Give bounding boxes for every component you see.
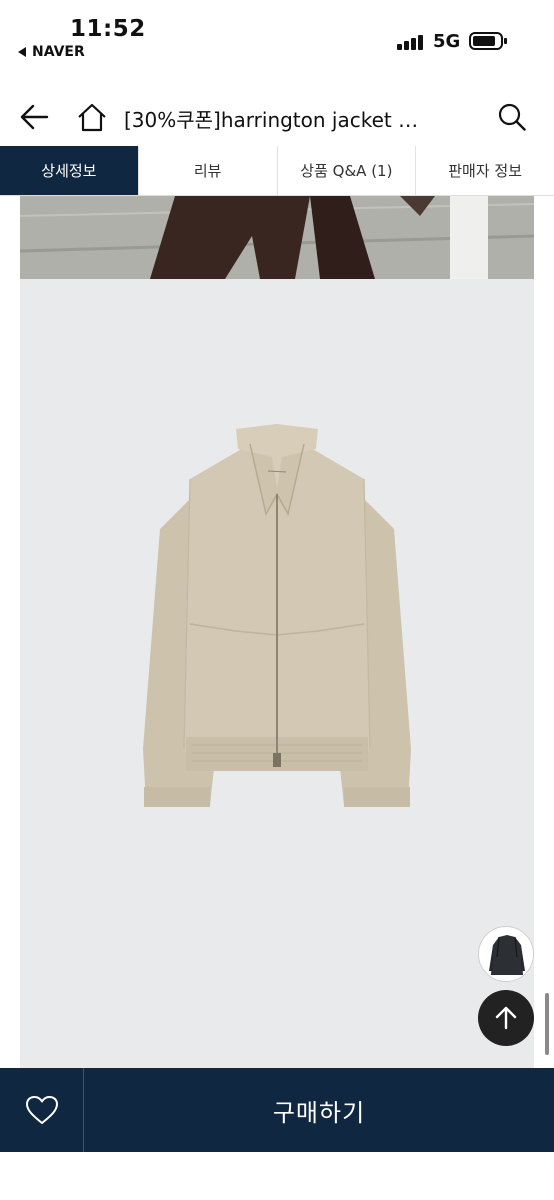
network-label: 5G bbox=[433, 31, 461, 52]
page-title: [30%쿠폰]harrington jacket … bbox=[124, 108, 419, 132]
signal-icon bbox=[397, 34, 425, 50]
back-button[interactable] bbox=[12, 88, 56, 146]
buy-button[interactable]: 구매하기 bbox=[84, 1068, 554, 1152]
bottom-safe-area bbox=[0, 1152, 554, 1200]
search-icon bbox=[498, 103, 526, 131]
coat-thumbnail-icon bbox=[480, 928, 533, 981]
home-icon bbox=[78, 103, 106, 132]
back-arrow-icon bbox=[20, 104, 49, 130]
back-to-app-link[interactable]: NAVER bbox=[18, 44, 85, 60]
wishlist-button[interactable] bbox=[0, 1068, 84, 1152]
product-detail-content[interactable] bbox=[0, 196, 554, 1068]
scroll-indicator[interactable] bbox=[545, 993, 549, 1055]
status-bar: 11:52 NAVER 5G bbox=[0, 0, 554, 80]
arrow-up-icon bbox=[495, 1006, 517, 1030]
scroll-to-top-button[interactable] bbox=[478, 990, 534, 1046]
back-triangle-icon bbox=[18, 47, 26, 57]
related-product-thumbnail-button[interactable] bbox=[478, 926, 534, 982]
status-time: 11:52 bbox=[70, 16, 146, 42]
tab-qna[interactable]: 상품 Q&A (1) bbox=[277, 146, 417, 195]
tab-seller-info[interactable]: 판매자 정보 bbox=[416, 146, 554, 195]
back-app-label: NAVER bbox=[32, 44, 85, 60]
trousers-photo-image bbox=[20, 196, 534, 279]
nav-bar: [30%쿠폰]harrington jacket … bbox=[0, 88, 554, 146]
purchase-bar: 구매하기 bbox=[0, 1068, 554, 1152]
home-button[interactable] bbox=[72, 88, 112, 146]
detail-tabs: 상세정보 리뷰 상품 Q&A (1) 판매자 정보 bbox=[0, 146, 554, 196]
heart-icon bbox=[25, 1096, 58, 1124]
tab-detail[interactable]: 상세정보 bbox=[0, 146, 139, 195]
battery-icon bbox=[469, 32, 507, 50]
tab-reviews[interactable]: 리뷰 bbox=[138, 146, 278, 195]
previous-product-photo bbox=[20, 196, 534, 279]
search-button[interactable] bbox=[490, 88, 534, 146]
product-image bbox=[20, 279, 534, 1068]
jacket-image bbox=[143, 424, 411, 807]
